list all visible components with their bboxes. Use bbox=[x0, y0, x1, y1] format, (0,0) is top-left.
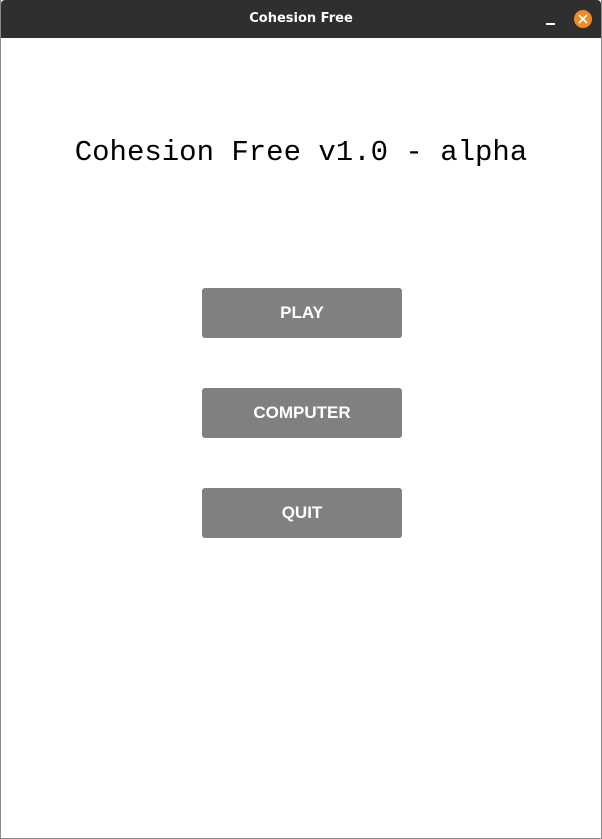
minimize-icon bbox=[546, 23, 555, 25]
quit-button[interactable]: QUIT bbox=[202, 488, 402, 538]
computer-button[interactable]: COMPUTER bbox=[202, 388, 402, 438]
app-window: Cohesion Free Cohesion Free v1.0 - alpha… bbox=[0, 0, 602, 839]
close-button[interactable] bbox=[574, 10, 592, 28]
play-button[interactable]: PLAY bbox=[202, 288, 402, 338]
title-bar[interactable]: Cohesion Free bbox=[1, 0, 601, 38]
minimize-button[interactable] bbox=[543, 12, 559, 28]
close-icon bbox=[578, 14, 588, 24]
window-title: Cohesion Free bbox=[249, 11, 353, 26]
app-heading: Cohesion Free v1.0 - alpha bbox=[74, 136, 528, 169]
